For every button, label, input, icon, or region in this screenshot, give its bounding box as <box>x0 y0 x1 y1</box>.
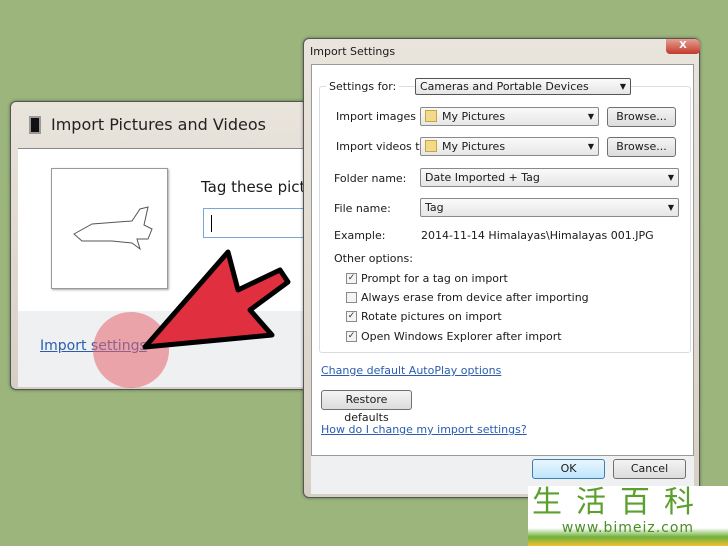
checkbox[interactable]: ✓ <box>346 311 357 322</box>
option-always-erase[interactable]: Always erase from device after importing <box>346 291 589 304</box>
autoplay-options-link[interactable]: Change default AutoPlay options <box>321 364 501 377</box>
chevron-down-icon: ▼ <box>587 112 594 121</box>
import-images-select[interactable]: My Pictures ▼ <box>420 107 599 126</box>
close-icon: X <box>679 40 687 51</box>
restore-defaults-button[interactable]: Restore defaults <box>321 390 412 424</box>
settings-for-label: Settings for: <box>326 80 400 93</box>
folder-name-label: Folder name: <box>334 172 407 185</box>
checkbox[interactable]: ✓ <box>346 331 357 342</box>
folder-icon <box>425 140 437 152</box>
option-prompt-tag[interactable]: ✓ Prompt for a tag on import <box>346 272 508 285</box>
browse-images-button[interactable]: Browse... <box>607 107 676 127</box>
example-label: Example: <box>334 229 386 242</box>
checkbox[interactable]: ✓ <box>346 273 357 284</box>
browse-videos-button[interactable]: Browse... <box>607 137 676 157</box>
file-name-label: File name: <box>334 202 391 215</box>
option-rotate[interactable]: ✓ Rotate pictures on import <box>346 310 502 323</box>
chevron-down-icon: ▼ <box>587 142 594 151</box>
chevron-down-icon: ▼ <box>619 82 626 91</box>
import-videos-label: Import videos to: <box>336 140 431 153</box>
file-name-select[interactable]: Tag ▼ <box>420 198 679 217</box>
watermark-chars: 生活百科 <box>532 485 708 520</box>
import-settings-dialog: Import Settings X Settings for: Cameras … <box>303 38 700 498</box>
option-open-explorer[interactable]: ✓ Open Windows Explorer after import <box>346 330 562 343</box>
close-button[interactable]: X <box>666 39 700 54</box>
settings-for-select[interactable]: Cameras and Portable Devices ▼ <box>415 78 631 95</box>
dialog-title: Import Settings <box>310 45 396 58</box>
chevron-down-icon: ▼ <box>667 203 674 212</box>
ok-button[interactable]: OK <box>532 459 605 479</box>
chevron-down-icon: ▼ <box>667 173 674 182</box>
watermark-logo: 生活百科 www.bimeiz.com <box>528 486 728 546</box>
example-value: 2014-11-14 Himalayas\Himalayas 001.JPG <box>421 229 654 242</box>
help-link[interactable]: How do I change my import settings? <box>321 423 527 436</box>
import-videos-select[interactable]: My Pictures ▼ <box>420 137 599 156</box>
cancel-button[interactable]: Cancel <box>613 459 686 479</box>
folder-icon <box>425 110 437 122</box>
checkbox[interactable] <box>346 292 357 303</box>
watermark-url: www.bimeiz.com <box>561 520 695 536</box>
other-options-label: Other options: <box>334 252 413 265</box>
folder-name-select[interactable]: Date Imported + Tag ▼ <box>420 168 679 187</box>
